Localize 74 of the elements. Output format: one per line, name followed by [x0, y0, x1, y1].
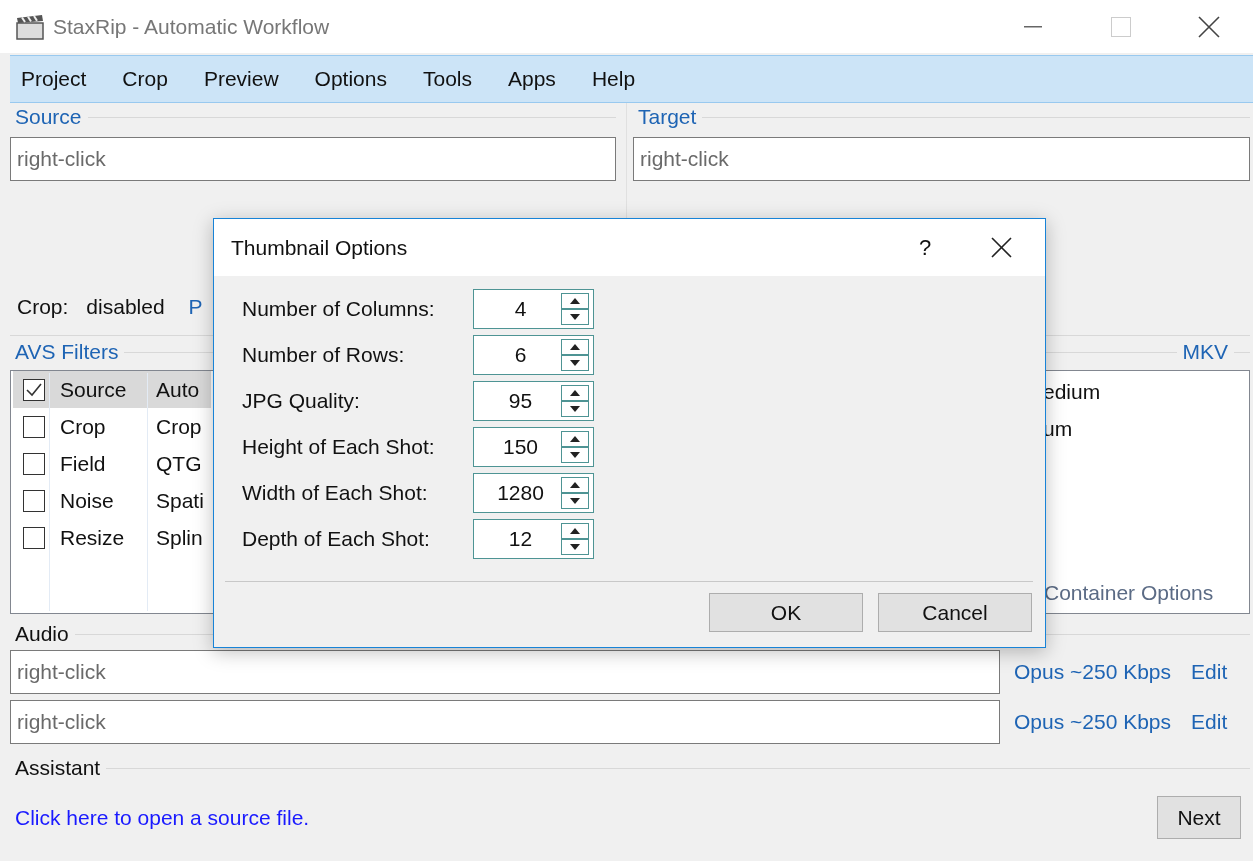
- close-icon[interactable]: [1198, 15, 1220, 38]
- spin-field[interactable]: 1280: [473, 473, 594, 513]
- ok-button[interactable]: OK: [709, 593, 863, 632]
- spin-field[interactable]: 6: [473, 335, 594, 375]
- filter-value: Spati: [156, 488, 204, 513]
- filter-row[interactable]: Crop Crop: [13, 408, 211, 445]
- open-source-link[interactable]: Click here to open a source file.: [15, 805, 310, 830]
- edit-link[interactable]: Edit: [1191, 710, 1228, 734]
- menu-item[interactable]: Crop: [122, 67, 186, 91]
- group-label: Source: [14, 105, 83, 129]
- cancel-button[interactable]: Cancel: [878, 593, 1032, 632]
- field-label: Height of Each Shot:: [242, 435, 436, 459]
- spin-field[interactable]: 150: [473, 427, 594, 467]
- filter-value: Auto: [156, 377, 200, 402]
- source-field[interactable]: right-click: [10, 137, 616, 181]
- dialog-title: Thumbnail Options: [231, 235, 409, 260]
- crop-link[interactable]: P: [188, 295, 203, 319]
- group-label: Audio: [14, 622, 70, 646]
- spinner-arrows-icon[interactable]: [561, 339, 589, 371]
- checkbox[interactable]: [23, 415, 45, 438]
- filter-name: Field: [60, 451, 107, 476]
- field-label: JPG Quality:: [242, 389, 361, 413]
- field-label: Width of Each Shot:: [242, 481, 429, 505]
- group-label: Target: [637, 105, 698, 129]
- menu-item[interactable]: Help: [591, 67, 654, 91]
- field-label: Depth of Each Shot:: [242, 527, 431, 551]
- filter-name: Crop: [60, 414, 107, 439]
- filter-value: Crop: [156, 414, 202, 439]
- menu-item[interactable]: Tools: [422, 67, 490, 91]
- filter-name: Noise: [60, 488, 115, 513]
- filter-row[interactable]: Source Auto: [13, 371, 211, 408]
- spin-field[interactable]: 95: [473, 381, 594, 421]
- audio-field[interactable]: right-click: [10, 700, 1000, 744]
- filter-value: QTG: [156, 451, 202, 476]
- crop-label: Crop:: [17, 295, 69, 319]
- menu-item[interactable]: Preview: [203, 67, 297, 91]
- checkbox[interactable]: [23, 378, 45, 401]
- filter-value: Splin: [156, 525, 203, 550]
- group-label: Assistant: [14, 756, 102, 780]
- menu-item[interactable]: Options: [314, 67, 405, 91]
- window-title: StaxRip - Automatic Workflow: [53, 14, 330, 39]
- checkbox[interactable]: [23, 526, 45, 549]
- menu-item[interactable]: Apps: [508, 67, 574, 91]
- audio-codec-link[interactable]: Opus ~250 Kbps: [1014, 710, 1172, 734]
- menu-item[interactable]: Project: [21, 67, 105, 91]
- audio-field[interactable]: right-click: [10, 650, 1000, 694]
- filter-name: Source: [60, 377, 128, 402]
- spinner-arrows-icon[interactable]: [561, 523, 589, 555]
- audio-codec-link[interactable]: Opus ~250 Kbps: [1014, 660, 1172, 684]
- group-label: MKV: [1181, 340, 1229, 364]
- spinner-arrows-icon[interactable]: [561, 431, 589, 463]
- checkbox[interactable]: [23, 452, 45, 475]
- target-field[interactable]: right-click: [633, 137, 1250, 181]
- checkbox[interactable]: [23, 489, 45, 512]
- clapperboard-icon: [15, 13, 45, 40]
- container-options-link[interactable]: Container Options: [1044, 581, 1214, 605]
- help-button[interactable]: ?: [905, 234, 945, 261]
- crop-value: disabled: [86, 295, 165, 319]
- spin-field[interactable]: 4: [473, 289, 594, 329]
- filter-row[interactable]: Noise Spati: [13, 482, 211, 519]
- filter-name: Resize: [60, 525, 126, 550]
- field-label: Number of Rows:: [242, 343, 406, 367]
- spinner-arrows-icon[interactable]: [561, 477, 589, 509]
- spinner-arrows-icon[interactable]: [561, 385, 589, 417]
- spin-field[interactable]: 12: [473, 519, 594, 559]
- filter-row[interactable]: Resize Splin: [13, 519, 211, 556]
- next-button[interactable]: Next: [1157, 796, 1241, 839]
- group-label: AVS Filters: [14, 340, 120, 364]
- spinner-arrows-icon[interactable]: [561, 293, 589, 325]
- minimize-icon[interactable]: [1024, 25, 1042, 28]
- field-label: Number of Columns:: [242, 297, 436, 321]
- close-icon[interactable]: [991, 237, 1012, 258]
- edit-link[interactable]: Edit: [1191, 660, 1228, 684]
- filter-row[interactable]: Field QTG: [13, 445, 211, 482]
